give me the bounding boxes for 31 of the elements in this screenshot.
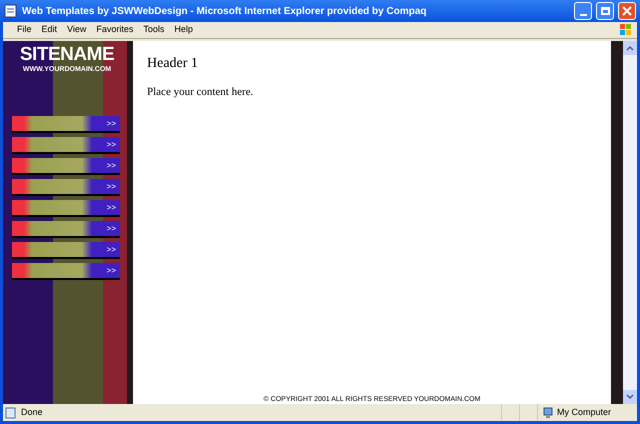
window-title: Web Templates by JSWWebDesign - Microsoft Internet Explorer provided by Compaq — [22, 4, 428, 18]
scroll-down-icon[interactable] — [623, 390, 637, 404]
nav-button[interactable]: >> — [12, 137, 120, 154]
windows-flag-icon — [619, 23, 633, 37]
browser-page-icon — [4, 4, 18, 18]
computer-icon — [542, 406, 554, 418]
scroll-up-icon[interactable] — [623, 41, 637, 55]
menu-item[interactable]: Favorites — [96, 23, 134, 37]
nav-button[interactable]: >> — [12, 158, 120, 175]
scrollbar[interactable] — [623, 41, 637, 404]
site-name: SITENAME — [20, 45, 114, 65]
minimize-button[interactable] — [574, 2, 592, 20]
status-text: Done — [21, 406, 44, 419]
content-text: Place your content here. — [147, 85, 254, 100]
menu-item[interactable]: File — [17, 23, 32, 37]
nav-button[interactable]: >> — [12, 263, 120, 280]
menu-item[interactable]: Edit — [42, 23, 58, 37]
menu-item[interactable]: Help — [174, 23, 193, 37]
zone-text: My Computer — [557, 406, 612, 419]
nav-button[interactable]: >> — [12, 116, 120, 133]
nav-button[interactable]: >> — [12, 242, 120, 259]
page-icon — [5, 406, 17, 418]
content-header: Header 1 — [147, 55, 199, 73]
nav-button[interactable]: >> — [12, 200, 120, 217]
menu-item[interactable]: View — [67, 23, 86, 37]
nav-button[interactable]: >> — [12, 221, 120, 238]
close-button[interactable] — [618, 2, 636, 20]
maximize-button[interactable] — [596, 2, 614, 20]
menu-item[interactable]: Tools — [143, 23, 164, 37]
close-icon — [622, 6, 632, 16]
nav-button[interactable]: >> — [12, 179, 120, 196]
